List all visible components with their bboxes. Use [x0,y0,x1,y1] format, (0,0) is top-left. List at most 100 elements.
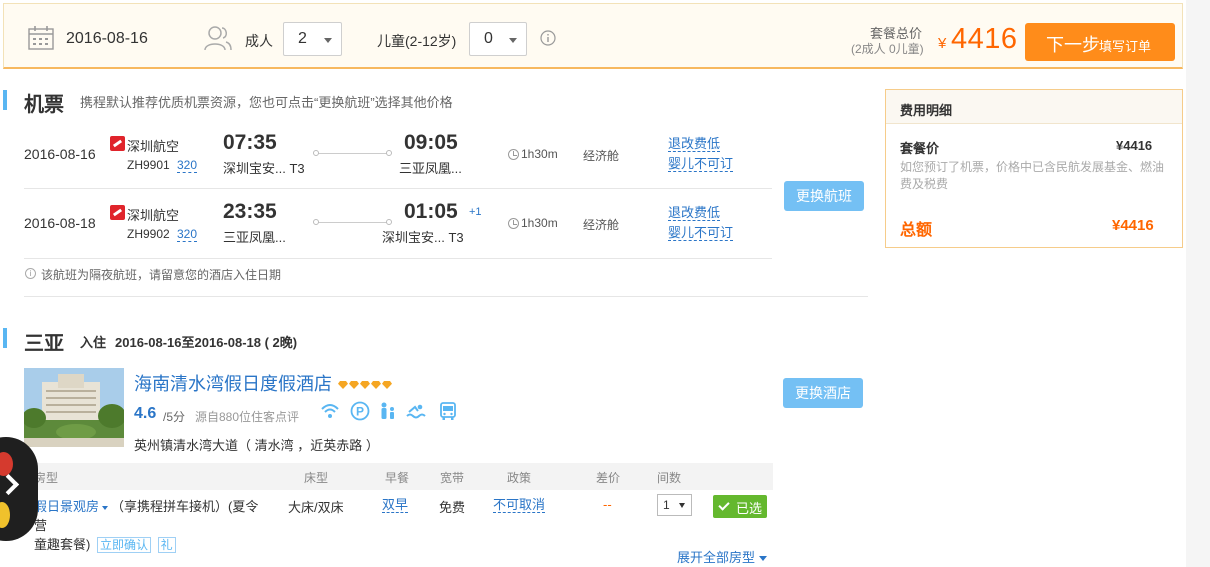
aircraft-type[interactable]: 320 [177,158,198,173]
page-gutter [1186,0,1210,567]
flights-title: 机票 [24,94,64,116]
refund-policy-link[interactable]: 退改费低 [668,205,721,221]
refund-policy-link[interactable]: 退改费低 [668,136,721,152]
infant-policy-link[interactable]: 婴儿不可订 [668,156,734,172]
adult-label: 成人 [245,33,273,49]
room-cancel-policy[interactable]: 不可取消 [493,497,546,513]
room-bed: 大床/双床 [288,500,344,515]
change-hotel-button[interactable]: 更换酒店 [783,378,863,408]
change-flight-button[interactable]: 更换航班 [784,181,864,211]
header-broadband: 宽带 [440,471,465,485]
flight-date: 2016-08-16 [24,146,96,162]
departure-time: 07:35 [223,131,277,154]
room-quantity-value: 1 [663,498,670,512]
expand-all-rooms-link[interactable]: 展开全部房型 [677,547,768,566]
adult-count-select[interactable]: 2 [283,22,342,56]
chevron-down-icon [759,556,768,562]
flight-duration: 1h30m [521,147,558,161]
flight-path-dot [386,150,392,156]
chevron-down-icon [324,38,332,43]
departure-time: 23:35 [223,200,277,223]
room-selected-button[interactable]: 已选 [713,495,767,518]
room-quantity-select[interactable]: 1 [657,494,692,516]
header-price-diff: 差价 [596,471,621,485]
child-count-value: 0 [484,30,493,47]
flight-number: ZH9901 [127,158,170,172]
fee-total-label: 总额 [900,222,933,239]
section-divider [24,296,868,297]
fee-details-panel: 费用明细 套餐价 ¥4416 如您预订了机票，价格中已含民航发展基金、燃油费及税… [885,89,1183,248]
next-step-button[interactable]: 下一步 填写订单 [1025,23,1175,61]
flight-number: ZH9902 [127,227,170,241]
airline-logo-icon [110,136,125,151]
hotel-name-link[interactable]: 海南清水湾假日度假酒店 [134,370,332,396]
flight-path-dot [313,150,319,156]
next-step-sublabel: 填写订单 [1099,39,1152,54]
diamond-icon [360,381,370,389]
package-price-label: 套餐价 [900,141,940,156]
room-breakfast[interactable]: 双早 [382,497,409,513]
next-day-indicator: +1 [469,206,482,218]
child-count-select[interactable]: 0 [469,22,527,56]
room-type-link[interactable]: 假日景观房 [34,499,99,514]
aircraft-type[interactable]: 320 [177,227,198,242]
arrival-time: 09:05 [404,131,458,154]
flights-note: 携程默认推荐优质机票资源，您也可点击“更换航班”选择其他价格 [80,95,453,110]
flight-duration: 1h30m [521,216,558,230]
next-step-label: 下一步 [1046,35,1100,55]
fee-description: 如您预订了机票，价格中已含民航发展基金、燃油费及税费 [900,160,1165,191]
row-divider [24,188,772,189]
room-name: 假日景观房 （享携程拼车接机）(夏令营 童趣套餐) 立即确认 礼 [34,497,269,554]
swimming-icon [406,404,426,419]
flight-path-dot [386,219,392,225]
adult-count-value: 2 [298,30,307,47]
currency-symbol: ¥ [938,35,947,52]
chevron-right-icon [0,473,20,496]
section-marker [3,328,7,348]
instant-confirm-tag: 立即确认 [96,537,151,553]
package-price-value: ¥4416 [1116,138,1153,153]
calendar-icon[interactable] [28,26,54,50]
hotel-review-count[interactable]: 源自880位住客点评 [195,408,299,425]
flight-path-line [316,222,390,223]
family-icon [381,402,394,419]
flight-date: 2016-08-18 [24,215,96,231]
hotel-address: 英州镇清水湾大道（ 清水湾 ，近英赤路 ） [134,438,379,453]
gift-tag[interactable]: 礼 [157,537,176,553]
travelers-icon [204,26,232,51]
svg-text:P: P [356,405,364,419]
hotel-city: 三亚 [24,333,64,355]
travel-date[interactable]: 2016-08-16 [66,30,148,48]
room-broadband: 免费 [439,500,466,515]
flight-path-line [316,153,390,154]
cabin-class: 经济舱 [583,149,620,163]
package-summary-bar: 2016-08-16 成人 2 儿童(2-12岁) 0 套餐总价 (2成人 0儿… [3,3,1183,69]
header-policy: 政策 [507,471,532,485]
header-bed: 床型 [304,471,329,485]
arrival-airport: 深圳宝安... T3 [382,230,464,245]
airline-name: 深圳航空 [127,139,180,154]
child-label: 儿童(2-12岁) [377,33,457,49]
departure-airport: 深圳宝安... T3 [223,161,305,176]
info-icon[interactable] [540,30,556,46]
hotel-score: 4.6 [134,405,157,422]
hotel-diamond-rating [338,377,393,392]
check-icon [718,499,730,511]
chevron-down-icon [509,38,517,43]
chevron-down-icon[interactable] [102,505,109,510]
room-selected-label: 已选 [736,501,763,516]
airline-name: 深圳航空 [127,208,180,223]
stay-dates: 2016-08-16至2016-08-18 ( 2晚) [115,335,298,350]
diamond-icon [371,381,381,389]
departure-airport: 三亚凤凰... [223,230,286,245]
clock-icon [508,218,519,229]
total-price: 4416 [951,23,1018,55]
hotel-photo[interactable] [24,368,124,447]
room-type-detail-line2: 童趣套餐) [34,537,91,552]
infant-policy-link[interactable]: 婴儿不可订 [668,225,734,241]
flight-path-dot [313,219,319,225]
room-price-diff: -- [603,497,612,512]
row-divider [24,258,772,259]
bus-icon [440,402,456,420]
diamond-icon [382,381,392,389]
